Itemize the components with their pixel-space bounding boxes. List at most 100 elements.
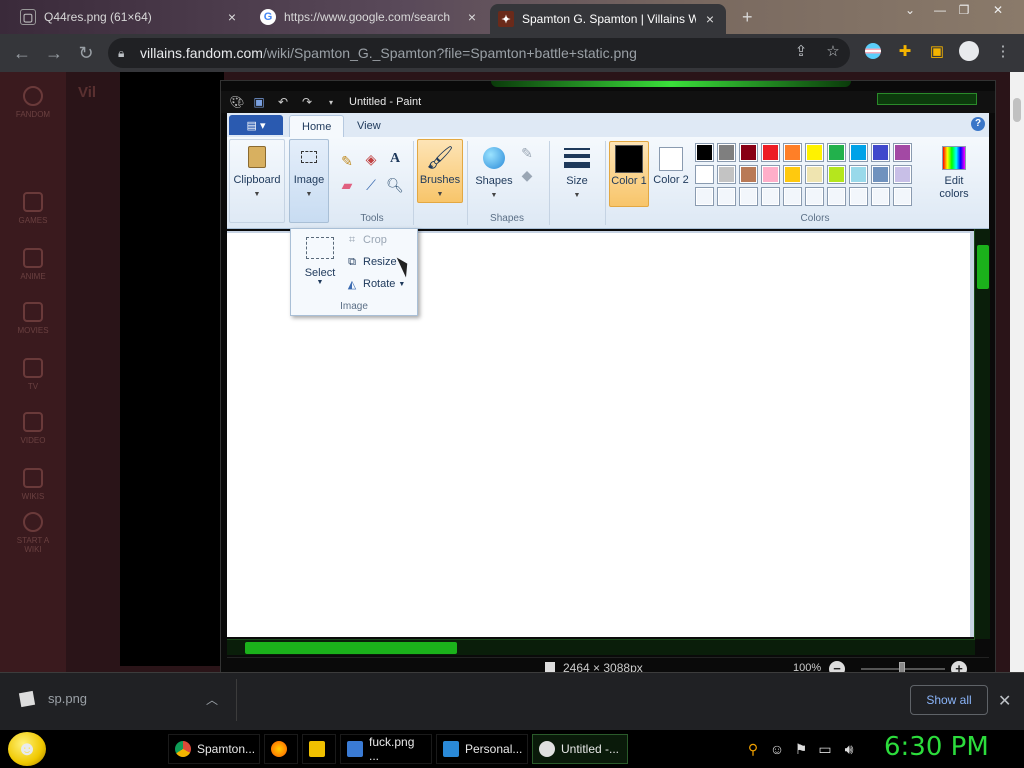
rail-games[interactable]: GAMES — [8, 192, 58, 225]
palette-swatch[interactable] — [827, 143, 846, 162]
resize-button[interactable]: ⧉ Resize — [345, 253, 397, 271]
palette-swatch[interactable] — [849, 143, 868, 162]
paint-palette-icon[interactable]: 🎨︎ — [229, 94, 245, 110]
palette-swatch[interactable] — [893, 143, 912, 162]
network-icon[interactable]: ▭ — [816, 740, 834, 758]
magnifier-icon[interactable]: 🔍︎ — [385, 175, 405, 195]
palette-swatch[interactable] — [805, 187, 824, 206]
close-icon[interactable]: × — [702, 11, 718, 27]
tab-view[interactable]: View — [345, 115, 393, 137]
text-tool-icon[interactable]: A — [385, 149, 405, 169]
palette-swatch[interactable] — [695, 187, 714, 206]
show-all-button[interactable]: Show all — [910, 685, 988, 715]
flag-extension-icon[interactable] — [862, 40, 884, 62]
canvas-hscroll[interactable] — [227, 639, 975, 655]
restore-icon[interactable]: ❐ — [952, 0, 976, 20]
palette-swatch[interactable] — [783, 187, 802, 206]
color2-button[interactable]: Color 2 — [651, 141, 691, 207]
taskbar-firefox[interactable] — [264, 734, 298, 764]
palette-swatch[interactable] — [805, 165, 824, 184]
rail-wikis[interactable]: WIKIS — [8, 468, 58, 501]
rail-tv[interactable]: TV — [8, 358, 58, 391]
tab-spamton[interactable]: ✦ Spamton G. Spamton | Villains W × — [490, 4, 726, 34]
clipboard-button[interactable]: Clipboard ▼ — [229, 139, 285, 223]
palette-swatch[interactable] — [695, 165, 714, 184]
color-picker-icon[interactable]: ⟋ — [361, 175, 381, 195]
taskbar-paint[interactable]: Untitled -... — [532, 734, 628, 764]
palette-swatch[interactable] — [849, 165, 868, 184]
scrollbar-thumb[interactable] — [1013, 98, 1021, 122]
palette-swatch[interactable] — [761, 165, 780, 184]
profile-avatar-icon[interactable] — [958, 40, 980, 62]
palette-swatch[interactable] — [827, 165, 846, 184]
page-scrollbar[interactable] — [1010, 72, 1024, 672]
image-button[interactable]: Image ▼ — [289, 139, 329, 223]
palette-swatch[interactable] — [893, 187, 912, 206]
palette-swatch[interactable] — [739, 165, 758, 184]
crop-button[interactable]: ⌗ Crop — [345, 231, 387, 249]
close-icon[interactable]: ✕ — [998, 691, 1011, 711]
palette-swatch[interactable] — [717, 143, 736, 162]
palette-swatch[interactable] — [761, 143, 780, 162]
tab-q44res[interactable]: ▢ Q44res.png (61×64) × — [12, 2, 248, 32]
undo-icon[interactable]: ↶ — [275, 94, 291, 110]
eraser-icon[interactable]: ▰ — [337, 175, 357, 195]
rotate-button[interactable]: ◭ Rotate ▼ — [345, 275, 406, 293]
fill-icon[interactable]: ◆ — [517, 165, 537, 185]
save-icon[interactable]: ▣ — [251, 94, 267, 110]
pencil-icon[interactable]: ✎ — [337, 151, 357, 171]
back-icon[interactable]: ← — [6, 37, 38, 69]
outline-icon[interactable]: ✎ — [517, 143, 537, 163]
customize-qa-icon[interactable]: ▾ — [323, 94, 339, 110]
close-icon[interactable]: × — [224, 9, 240, 25]
new-tab-button[interactable]: + — [734, 2, 764, 32]
edit-colors-button[interactable]: Edit colors — [931, 141, 977, 205]
palette-swatch[interactable] — [871, 187, 890, 206]
rail-anime[interactable]: ANIME — [8, 248, 58, 281]
minimize-icon[interactable]: — — [928, 0, 952, 20]
action-center-flag-icon[interactable]: ⚑ — [792, 740, 810, 758]
window-close-icon[interactable]: ✕ — [986, 0, 1010, 20]
palette-swatch[interactable] — [695, 143, 714, 162]
fill-bucket-icon[interactable]: ◈ — [361, 149, 381, 169]
tab-google-search[interactable]: G https://www.google.com/search × — [252, 2, 488, 32]
palette-swatch[interactable] — [849, 187, 868, 206]
palette-swatch[interactable] — [717, 165, 736, 184]
paint-menu-button[interactable]: ▤ ▾ — [229, 115, 283, 135]
messenger-icon[interactable]: ☺ — [768, 740, 786, 758]
reload-icon[interactable]: ↻ — [70, 37, 102, 69]
close-icon[interactable]: × — [464, 9, 480, 25]
redo-icon[interactable]: ↷ — [299, 94, 315, 110]
palette-swatch[interactable] — [783, 143, 802, 162]
forward-icon[interactable]: → — [38, 37, 70, 69]
bookmark-star-icon[interactable]: ☆ — [822, 40, 844, 62]
palette-swatch[interactable] — [739, 143, 758, 162]
extensions-puzzle-icon[interactable]: ✚ — [894, 40, 916, 62]
size-button[interactable]: Size ▼ — [555, 141, 599, 205]
palette-swatch[interactable] — [761, 187, 780, 206]
rail-video[interactable]: VIDEO — [8, 412, 58, 445]
palette-swatch[interactable] — [893, 165, 912, 184]
tab-search-icon[interactable]: ⌄ — [898, 0, 922, 20]
taskbar-fuck-png[interactable]: fuck.png ... — [340, 734, 432, 764]
hscroll-thumb[interactable] — [245, 642, 457, 654]
share-icon[interactable]: ⇪ — [790, 40, 812, 62]
palette-swatch[interactable] — [717, 187, 736, 206]
sidepanel-icon[interactable]: ▣ — [926, 40, 948, 62]
color1-button[interactable]: Color 1 — [609, 141, 649, 207]
download-item[interactable]: sp.png — [18, 690, 87, 707]
help-icon[interactable]: ? — [971, 117, 985, 131]
palette-swatch[interactable] — [783, 165, 802, 184]
canvas-vscroll[interactable] — [974, 229, 990, 639]
palette-swatch[interactable] — [871, 143, 890, 162]
menu-kebab-icon[interactable]: ⋮ — [992, 40, 1014, 62]
taskbar-personalization[interactable]: Personal... — [436, 734, 528, 764]
brushes-button[interactable]: 🖌︎ Brushes ▼ — [417, 139, 463, 203]
rail-movies[interactable]: MOVIES — [8, 302, 58, 335]
chevron-up-icon[interactable]: ︿ — [206, 691, 218, 708]
search-icon[interactable]: ⚲ — [744, 740, 762, 758]
palette-swatch[interactable] — [805, 143, 824, 162]
volume-icon[interactable]: 🔊︎ — [840, 740, 858, 758]
rail-start-wiki[interactable]: START A WIKI — [8, 512, 58, 554]
taskbar-clock[interactable]: 6:30 PM — [884, 732, 989, 762]
